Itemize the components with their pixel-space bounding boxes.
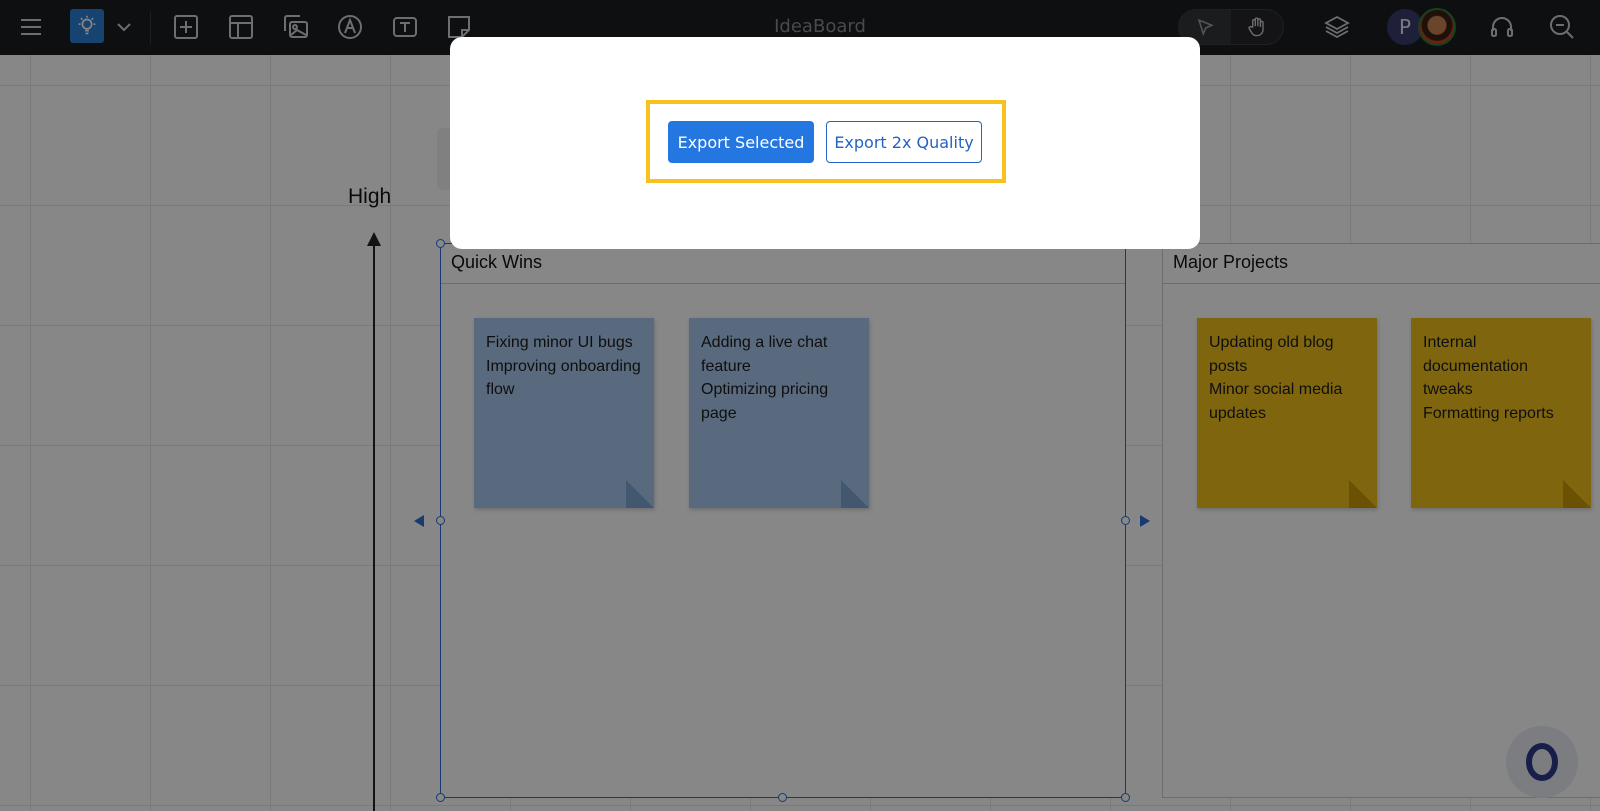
export-selected-button[interactable]: Export Selected: [668, 121, 814, 163]
export-2x-quality-button[interactable]: Export 2x Quality: [826, 121, 982, 163]
export-modal: Export Selected Export 2x Quality: [450, 37, 1200, 249]
